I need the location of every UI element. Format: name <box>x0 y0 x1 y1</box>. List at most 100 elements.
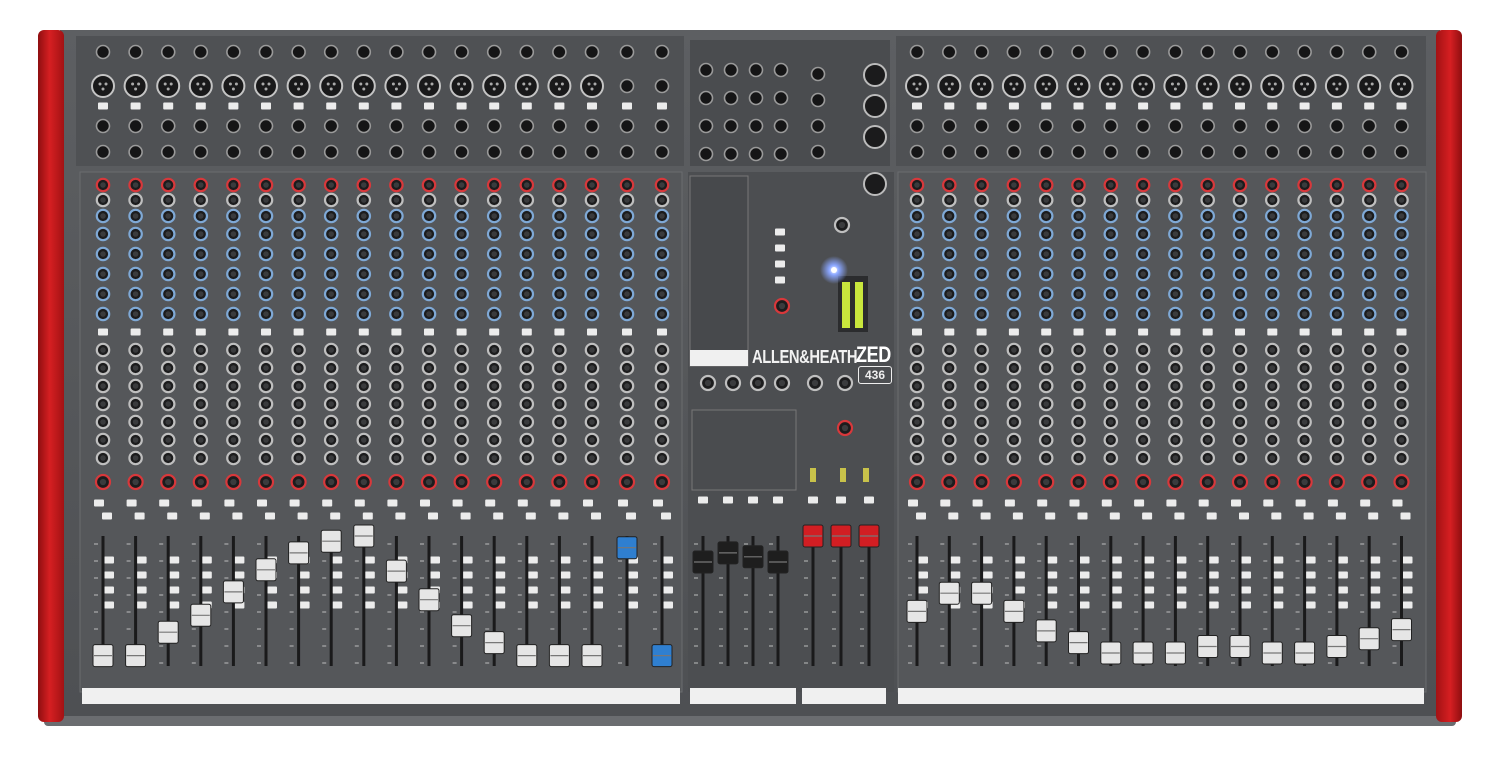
right-channel-3-eq-in-button[interactable] <box>976 328 987 336</box>
left-channel-15-route-button-3[interactable] <box>560 586 571 594</box>
stereo-channel-1-eq-in-button[interactable] <box>622 328 632 336</box>
left-channel-12-route-button-4[interactable] <box>462 601 473 609</box>
right-channel-14-route-button-1[interactable] <box>1337 556 1348 564</box>
left-channel-5-mute-button[interactable] <box>224 499 235 507</box>
left-channel-2-route-button-2[interactable] <box>136 571 147 579</box>
right-channel-15-pfl-button[interactable] <box>1368 512 1379 520</box>
left-channel-1-pad-button[interactable] <box>98 102 108 110</box>
left-channel-8-route-button-2[interactable] <box>332 571 343 579</box>
master-assign-button[interactable] <box>775 260 785 268</box>
right-channel-8-route-button-1[interactable] <box>1144 556 1155 564</box>
left-channel-3-route-button-1[interactable] <box>169 556 180 564</box>
right-channel-15-route-button-3[interactable] <box>1370 586 1381 594</box>
right-channel-4-pfl-button[interactable] <box>1012 512 1023 520</box>
left-channel-1-pfl-button[interactable] <box>102 512 112 520</box>
right-channel-4-pad-button[interactable] <box>1008 102 1019 110</box>
left-channel-9-route-button-4[interactable] <box>364 601 375 609</box>
left-channel-15-mute-button[interactable] <box>550 499 561 507</box>
left-channel-13-route-button-1[interactable] <box>495 556 506 564</box>
right-channel-12-mute-button[interactable] <box>1263 499 1274 507</box>
right-channel-13-route-button-1[interactable] <box>1305 556 1316 564</box>
right-channel-6-route-button-3[interactable] <box>1079 586 1090 594</box>
right-channel-16-pad-button[interactable] <box>1396 102 1407 110</box>
left-channel-13-pfl-button[interactable] <box>493 512 504 520</box>
right-channel-6-route-button-2[interactable] <box>1079 571 1090 579</box>
master-1-button[interactable] <box>808 496 818 504</box>
left-channel-12-mute-button[interactable] <box>452 499 463 507</box>
left-channel-6-pfl-button[interactable] <box>265 512 275 520</box>
group-4-mute-button[interactable] <box>773 496 783 504</box>
right-channel-13-eq-in-button[interactable] <box>1299 328 1310 336</box>
right-channel-6-route-button-1[interactable] <box>1079 556 1090 564</box>
stereo-channel-1-route-button-3[interactable] <box>628 586 638 594</box>
right-channel-16-route-button-4[interactable] <box>1402 601 1413 609</box>
right-channel-10-route-button-3[interactable] <box>1208 586 1219 594</box>
right-channel-9-route-button-4[interactable] <box>1176 601 1187 609</box>
right-channel-15-mute-button[interactable] <box>1360 499 1371 507</box>
right-channel-10-mute-button[interactable] <box>1198 499 1209 507</box>
right-channel-16-mute-button[interactable] <box>1392 499 1403 507</box>
right-channel-10-route-button-2[interactable] <box>1208 571 1219 579</box>
right-channel-8-route-button-3[interactable] <box>1144 586 1155 594</box>
right-channel-11-route-button-3[interactable] <box>1241 586 1251 594</box>
right-channel-16-route-button-1[interactable] <box>1402 556 1413 564</box>
left-channel-15-route-button-1[interactable] <box>560 556 571 564</box>
left-channel-13-mute-button[interactable] <box>485 499 496 507</box>
stereo-channel-2-route-button-1[interactable] <box>663 556 673 564</box>
right-channel-2-route-button-2[interactable] <box>950 571 961 579</box>
right-channel-7-route-button-2[interactable] <box>1111 571 1122 579</box>
stereo-channel-2-route-button-3[interactable] <box>663 586 673 594</box>
right-channel-7-eq-in-button[interactable] <box>1105 328 1116 336</box>
left-channel-5-pfl-button[interactable] <box>232 512 243 520</box>
right-channel-3-route-button-1[interactable] <box>982 556 993 564</box>
left-channel-16-mute-button[interactable] <box>583 499 593 507</box>
left-channel-8-pfl-button[interactable] <box>330 512 341 520</box>
left-channel-9-route-button-3[interactable] <box>364 586 375 594</box>
left-channel-7-mute-button[interactable] <box>289 499 300 507</box>
right-channel-4-route-button-1[interactable] <box>1014 556 1025 564</box>
right-channel-14-route-button-3[interactable] <box>1337 586 1348 594</box>
right-channel-9-mute-button[interactable] <box>1166 499 1177 507</box>
left-channel-14-eq-in-button[interactable] <box>521 328 532 336</box>
right-channel-10-route-button-1[interactable] <box>1208 556 1219 564</box>
stereo-channel-1-pad-button[interactable] <box>622 102 632 110</box>
right-channel-5-eq-in-button[interactable] <box>1041 328 1052 336</box>
stereo-channel-2-pad-button[interactable] <box>657 102 667 110</box>
right-channel-4-mute-button[interactable] <box>1004 499 1015 507</box>
left-channel-4-pad-button[interactable] <box>195 102 206 110</box>
right-channel-13-pad-button[interactable] <box>1299 102 1310 110</box>
left-channel-9-mute-button[interactable] <box>354 499 365 507</box>
right-channel-12-pfl-button[interactable] <box>1271 512 1282 520</box>
right-channel-7-mute-button[interactable] <box>1101 499 1112 507</box>
left-channel-3-route-button-3[interactable] <box>169 586 180 594</box>
left-channel-12-pfl-button[interactable] <box>460 512 471 520</box>
left-channel-14-route-button-1[interactable] <box>527 556 538 564</box>
left-channel-3-route-button-4[interactable] <box>169 601 180 609</box>
left-channel-3-pad-button[interactable] <box>163 102 174 110</box>
right-channel-8-eq-in-button[interactable] <box>1138 328 1149 336</box>
right-channel-9-pad-button[interactable] <box>1170 102 1181 110</box>
left-channel-10-mute-button[interactable] <box>387 499 398 507</box>
left-channel-13-route-button-4[interactable] <box>495 601 506 609</box>
right-channel-12-route-button-3[interactable] <box>1273 586 1284 594</box>
right-channel-6-pad-button[interactable] <box>1073 102 1084 110</box>
right-channel-5-route-button-4[interactable] <box>1047 601 1058 609</box>
left-channel-4-route-button-2[interactable] <box>201 571 212 579</box>
left-channel-11-route-button-1[interactable] <box>430 556 440 564</box>
left-channel-3-eq-in-button[interactable] <box>163 328 174 336</box>
left-channel-1-route-button-3[interactable] <box>104 586 114 594</box>
stereo-channel-1-route-button-2[interactable] <box>628 571 638 579</box>
right-channel-14-pad-button[interactable] <box>1331 102 1342 110</box>
left-channel-14-route-button-4[interactable] <box>527 601 538 609</box>
right-channel-15-route-button-4[interactable] <box>1370 601 1381 609</box>
stereo-channel-2-route-button-4[interactable] <box>663 601 673 609</box>
left-channel-9-pad-button[interactable] <box>358 102 369 110</box>
stereo-channel-2-pfl-button[interactable] <box>661 512 671 520</box>
right-channel-13-pfl-button[interactable] <box>1303 512 1314 520</box>
right-channel-5-route-button-1[interactable] <box>1047 556 1058 564</box>
right-channel-6-route-button-4[interactable] <box>1079 601 1090 609</box>
left-channel-8-eq-in-button[interactable] <box>326 328 337 336</box>
right-channel-2-route-button-1[interactable] <box>950 556 961 564</box>
stereo-channel-2-mute-button[interactable] <box>653 499 663 507</box>
right-channel-1-eq-in-button[interactable] <box>912 328 922 336</box>
